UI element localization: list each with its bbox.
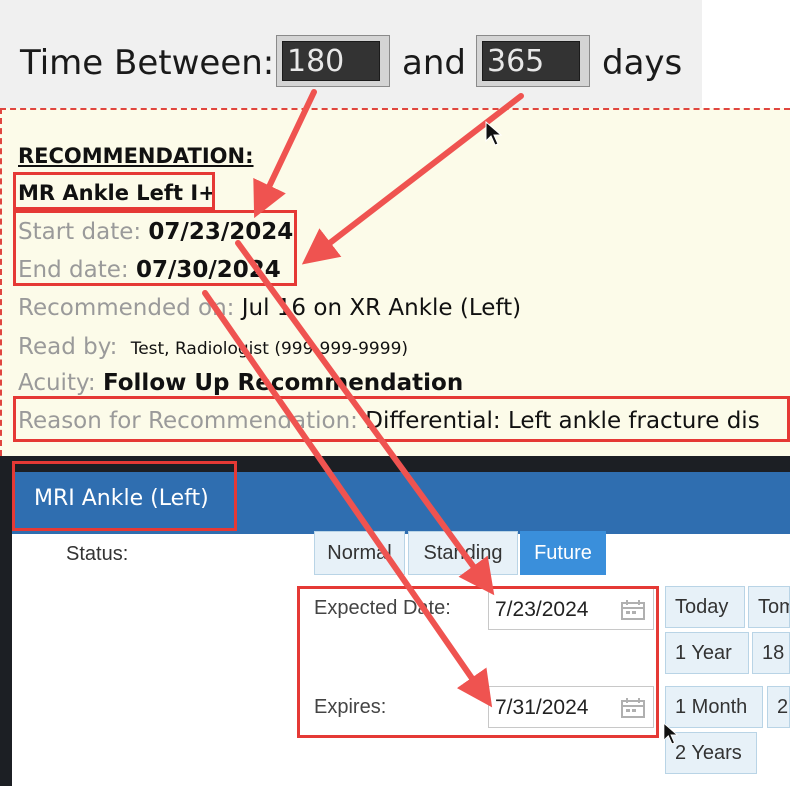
quick-tomorrow-button[interactable]: Tom [748,586,790,628]
recommended-on-label: Recommended on: [18,295,235,321]
acuity-label: Acuity: [18,370,96,396]
quick-1-month-button[interactable]: 1 Month [665,686,763,728]
quick-2-years-button[interactable]: 2 Years [665,732,757,774]
expires-date-input[interactable] [493,687,617,729]
expires-date-field [488,686,654,729]
reason-label: Reason for Recommendation: [18,408,358,434]
recommended-on-row: Recommended on: Jul 16 on XR Ankle (Left… [18,297,521,320]
days-label: days [602,43,683,83]
recommended-on-value: Jul 16 on XR Ankle (Left) [241,295,522,321]
recommendation-heading: RECOMMENDATION: [18,144,254,168]
time-from-box [276,35,390,87]
status-future-button[interactable]: Future [520,531,606,575]
recommendation-panel: RECOMMENDATION: MR Ankle Left I+ Start d… [0,108,790,456]
and-label: and [402,43,466,83]
time-to-input[interactable] [482,41,580,81]
time-to-box [476,35,590,87]
acuity-row: Acuity: Follow Up Recommendation [18,372,463,395]
start-date-label: Start date: [18,219,142,245]
order-title[interactable]: MRI Ankle (Left) [34,486,209,511]
time-from-input[interactable] [282,41,380,81]
quick-1-year-button[interactable]: 1 Year [665,632,749,674]
end-date-row: End date: 07/30/2024 [18,259,281,282]
window-top-edge [0,456,790,472]
expires-label: Expires: [314,696,387,718]
order-panel: MRI Ankle (Left) Status: Normal Standing… [0,456,790,786]
read-by-row: Read by: Test, Radiologist (999-999-9999… [18,336,408,359]
status-standing-button[interactable]: Standing [408,531,518,575]
calendar-icon[interactable] [621,600,645,620]
reason-row: Reason for Recommendation: Differential:… [18,410,760,433]
read-by-value: Test, Radiologist (999-999-9999) [130,339,409,359]
end-date-label: End date: [18,257,129,283]
end-date-value: 07/30/2024 [135,257,281,283]
window-left-edge [0,456,12,786]
recommended-exam: MR Ankle Left I+ [18,181,216,205]
read-by-label: Read by: [18,334,118,360]
start-date-value: 07/23/2024 [148,219,294,245]
expected-date-label: Expected Date: [314,597,451,619]
quick-18-button[interactable]: 18 [752,632,790,674]
time-between-panel: Time Between: and days [0,0,702,108]
quick-2-button[interactable]: 2 [767,686,790,728]
acuity-value: Follow Up Recommendation [102,370,464,396]
status-normal-button[interactable]: Normal [314,531,405,575]
status-label: Status: [66,543,129,565]
time-between-label: Time Between: [20,43,275,83]
quick-today-button[interactable]: Today [665,586,745,628]
start-date-row: Start date: 07/23/2024 [18,221,293,244]
expected-date-input[interactable] [493,589,617,631]
reason-value: Differential: Left ankle fracture dis [365,408,760,434]
calendar-icon[interactable] [621,698,645,718]
expected-date-field [488,588,654,631]
